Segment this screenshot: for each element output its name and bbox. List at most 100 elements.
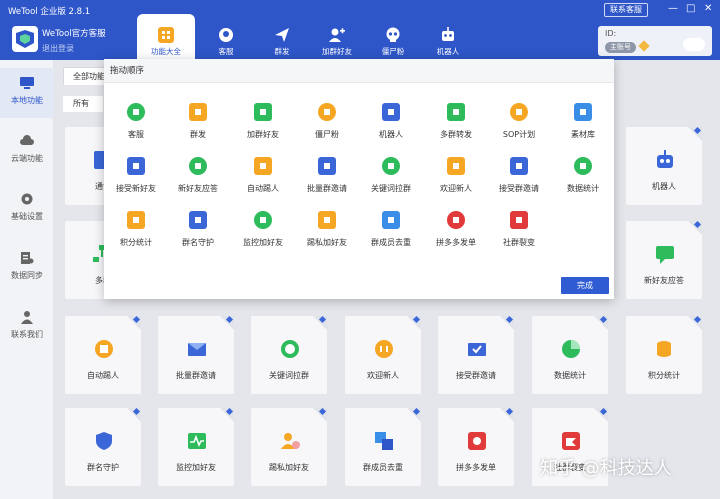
user-remove-icon bbox=[281, 433, 300, 449]
close-button[interactable]: ✕ bbox=[704, 3, 712, 15]
minimize-button[interactable]: — bbox=[668, 3, 678, 15]
dialog-item[interactable]: 加群好友 bbox=[231, 101, 295, 151]
dialog-item-label: 拼多多发单 bbox=[436, 238, 476, 247]
contact-support-button[interactable]: 联系客服 bbox=[604, 3, 648, 17]
dialog-item[interactable]: SOP计划 bbox=[487, 101, 551, 151]
dialog-item[interactable]: 素材库 bbox=[551, 101, 615, 151]
dialog-item[interactable]: 积分统计 bbox=[104, 209, 168, 259]
feature-icon bbox=[127, 211, 145, 229]
sidebar-item-cloud[interactable]: 云端功能 bbox=[0, 126, 54, 176]
tab-broadcast[interactable]: 群发 bbox=[253, 20, 311, 60]
feature-card-robot[interactable]: 机器人 bbox=[625, 126, 703, 206]
dialog-item[interactable]: 接受新好友 bbox=[104, 155, 168, 205]
feature-card-pdd-order[interactable]: 拼多多发单 bbox=[437, 407, 515, 487]
shield-icon bbox=[96, 432, 112, 450]
dialog-item-label: 积分统计 bbox=[120, 238, 152, 247]
dialog-item[interactable]: 群名守护 bbox=[166, 209, 230, 259]
sync-icon bbox=[21, 252, 34, 264]
maximize-button[interactable]: □ bbox=[686, 3, 695, 15]
tab-label: 加群好友 bbox=[322, 47, 352, 56]
feature-card-auto-kick[interactable]: 自动踢人 bbox=[64, 315, 142, 395]
app-logo bbox=[12, 26, 38, 52]
feature-card-kick-private[interactable]: 踢私加好友 bbox=[250, 407, 328, 487]
feature-card-monitor-friends[interactable]: 监控加好友 bbox=[157, 407, 235, 487]
dialog-item[interactable]: 机器人 bbox=[359, 101, 423, 151]
tab-features[interactable]: 功能大全 bbox=[137, 14, 195, 60]
filter-all[interactable]: 所有 bbox=[63, 96, 103, 112]
tab-add-group-friends[interactable]: 加群好友 bbox=[308, 20, 366, 60]
feature-card-welcome[interactable]: 欢迎新人 bbox=[344, 315, 422, 395]
dialog-item[interactable]: 多群转发 bbox=[424, 101, 488, 151]
dialog-item[interactable]: 拼多多发单 bbox=[424, 209, 488, 259]
dialog-item[interactable]: 群成员去重 bbox=[359, 209, 423, 259]
id-label: ID: bbox=[605, 29, 617, 38]
tab-customer-service[interactable]: 客服 bbox=[197, 20, 255, 60]
feature-icon bbox=[318, 211, 336, 229]
cloud-icon bbox=[20, 135, 34, 145]
card-label: 欢迎新人 bbox=[367, 371, 399, 380]
sidebar-item-local[interactable]: 本地功能 bbox=[0, 68, 54, 118]
tab-zombie-fans[interactable]: 僵尸粉 bbox=[364, 20, 422, 60]
dialog-item[interactable]: 社群裂变 bbox=[487, 209, 551, 259]
done-button[interactable]: 完成 bbox=[561, 277, 609, 294]
dialog-item[interactable]: 欢迎新人 bbox=[424, 155, 488, 205]
dialog-item[interactable]: 批量群邀请 bbox=[295, 155, 359, 205]
logout-link[interactable]: 退出登录 bbox=[42, 43, 106, 54]
sidebar-item-label: 数据同步 bbox=[11, 271, 43, 280]
app-header: WeTool官方客服 退出登录 功能大全 客服 群发 加群好友 僵尸粉 机器人 … bbox=[0, 14, 720, 60]
account-badge: 主账号 bbox=[605, 42, 636, 53]
dialog-item[interactable]: 客服 bbox=[104, 101, 168, 151]
dialog-item-label: 自动踢人 bbox=[247, 184, 279, 193]
sidebar-item-contact[interactable]: 联系我们 bbox=[0, 302, 54, 352]
tab-label: 机器人 bbox=[436, 47, 460, 56]
card-label: 监控加好友 bbox=[176, 463, 216, 472]
tab-robot[interactable]: 机器人 bbox=[419, 20, 477, 60]
dialog-item-label: 群成员去重 bbox=[371, 238, 411, 247]
dialog-item-label: 踢私加好友 bbox=[307, 238, 347, 247]
feature-card-new-friend-reply[interactable]: 新好友应答 bbox=[625, 220, 703, 300]
dialog-item-label: 多群转发 bbox=[440, 130, 472, 139]
send-icon bbox=[275, 28, 289, 42]
feature-card-points[interactable]: 积分统计 bbox=[625, 315, 703, 395]
dialog-title: 拖动顺序 bbox=[104, 59, 614, 83]
sidebar-item-sync[interactable]: 数据同步 bbox=[0, 243, 54, 293]
feature-card-group-name-guard[interactable]: 群名守护 bbox=[64, 407, 142, 487]
feature-icon bbox=[382, 157, 400, 175]
feature-icon bbox=[510, 211, 528, 229]
dialog-item-label: SOP计划 bbox=[502, 130, 536, 139]
dialog-item-label: 群名守护 bbox=[182, 238, 214, 247]
sidebar-item-label: 云端功能 bbox=[11, 154, 43, 163]
dialog-item-label: 新好友应答 bbox=[178, 184, 218, 193]
feature-card-batch-invite[interactable]: 批量群邀请 bbox=[157, 315, 235, 395]
account-info: WeTool官方客服 退出登录 bbox=[42, 27, 106, 54]
dialog-item[interactable]: 关键词拉群 bbox=[359, 155, 423, 205]
dialog-item[interactable]: 新好友应答 bbox=[166, 155, 230, 205]
sidebar-item-label: 本地功能 bbox=[11, 96, 43, 105]
dialog-item[interactable]: 自动踢人 bbox=[231, 155, 295, 205]
feature-card-dedupe[interactable]: 群成员去重 bbox=[344, 407, 422, 487]
pie-chart-icon bbox=[562, 340, 580, 358]
envelope-check-icon bbox=[468, 343, 486, 356]
dialog-item[interactable]: 僵尸粉 bbox=[295, 101, 359, 151]
sidebar-item-settings[interactable]: 基础设置 bbox=[0, 184, 54, 234]
dialog-item-label: 素材库 bbox=[571, 130, 595, 139]
app-title: WeTool 企业版 2.8.1 bbox=[8, 7, 91, 17]
dialog-item[interactable]: 监控加好友 bbox=[231, 209, 295, 259]
monitor-icon bbox=[20, 77, 34, 89]
chat-icon bbox=[656, 246, 674, 264]
drag-order-dialog: 拖动顺序 客服 群发 加群好友 僵尸粉 机器人 多群转发 SOP计划 素材库接受新好友 新好友应… bbox=[104, 59, 614, 299]
dialog-item[interactable]: 数据统计 bbox=[551, 155, 615, 205]
feature-icon bbox=[189, 211, 207, 229]
dialog-item-label: 客服 bbox=[128, 130, 144, 139]
dialog-item[interactable]: 群发 bbox=[166, 101, 230, 151]
feature-icon bbox=[189, 157, 207, 175]
feature-icon bbox=[510, 157, 528, 175]
card-label: 新好友应答 bbox=[644, 276, 684, 285]
card-label: 自动踢人 bbox=[87, 371, 119, 380]
dialog-item[interactable]: 踢私加好友 bbox=[295, 209, 359, 259]
tab-label: 功能大全 bbox=[151, 47, 181, 56]
feature-card-statistics[interactable]: 数据统计 bbox=[531, 315, 609, 395]
dialog-item[interactable]: 接受群邀请 bbox=[487, 155, 551, 205]
feature-card-keyword-group[interactable]: 关键词拉群 bbox=[250, 315, 328, 395]
feature-card-accept-invite[interactable]: 接受群邀请 bbox=[437, 315, 515, 395]
